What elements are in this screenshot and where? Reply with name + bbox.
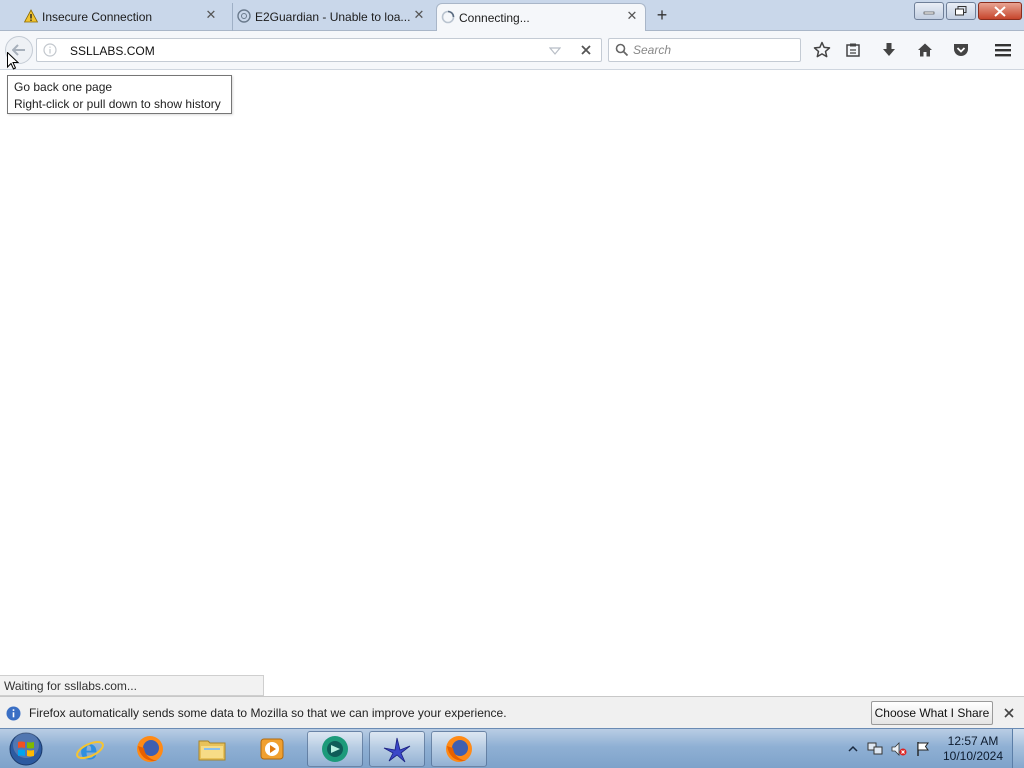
notification-message: Firefox automatically sends some data to… [29, 706, 507, 720]
firefox-running-taskbar-icon[interactable] [431, 731, 487, 767]
stop-loading-icon[interactable] [579, 43, 593, 57]
firefox-taskbar-icon[interactable] [122, 731, 178, 767]
bookmarks-menu-icon[interactable] [842, 39, 864, 61]
close-tab-icon[interactable]: ✕ [625, 10, 639, 24]
close-window-button[interactable] [978, 2, 1022, 20]
chat-app-taskbar-icon[interactable] [307, 731, 363, 767]
window-controls [912, 2, 1022, 20]
close-notification-icon[interactable] [1002, 706, 1016, 720]
info-icon [6, 706, 21, 724]
navigation-toolbar: SSLLABS.COM [0, 31, 1024, 70]
start-button[interactable] [6, 731, 46, 767]
bird-app-taskbar-icon[interactable] [369, 731, 425, 767]
search-input[interactable] [633, 42, 793, 58]
clock-date: 10/10/2024 [942, 749, 1004, 763]
internet-explorer-taskbar-icon[interactable]: e [62, 731, 118, 767]
warning-icon [23, 9, 39, 23]
tab-strip: Insecure Connection ✕ E2Guardian - Unabl… [0, 0, 1024, 32]
history-dropdown-icon[interactable] [548, 45, 562, 59]
tab-insecure-connection[interactable]: Insecure Connection ✕ [20, 3, 224, 31]
svg-text:e: e [80, 734, 98, 764]
hamburger-menu-icon[interactable] [992, 39, 1014, 61]
file-explorer-taskbar-icon[interactable] [184, 731, 240, 767]
tab-connecting[interactable]: Connecting... ✕ [436, 3, 646, 32]
new-tab-button[interactable]: + [652, 5, 672, 25]
network-icon[interactable] [867, 741, 883, 757]
loading-icon [441, 10, 455, 24]
globe-icon [237, 9, 251, 23]
tab-label: E2Guardian - Unable to loa... [255, 10, 411, 24]
tooltip-line-2: Right-click or pull down to show history [14, 97, 221, 111]
close-tab-icon[interactable]: ✕ [412, 9, 426, 23]
minimize-button[interactable] [914, 2, 944, 20]
restore-button[interactable] [946, 2, 976, 20]
data-reporting-notification: Firefox automatically sends some data to… [0, 696, 1024, 728]
show-desktop-button[interactable] [1012, 729, 1024, 768]
mouse-cursor-icon [7, 51, 20, 73]
volume-muted-icon[interactable] [891, 741, 907, 757]
action-center-flag-icon[interactable] [915, 741, 931, 757]
back-button-tooltip: Go back one page Right-click or pull dow… [7, 75, 232, 114]
bookmark-star-icon[interactable] [811, 39, 833, 61]
show-hidden-icons-icon[interactable] [845, 741, 861, 757]
close-tab-icon[interactable]: ✕ [204, 9, 218, 23]
search-icon [615, 43, 629, 60]
choose-what-i-share-button[interactable]: Choose What I Share [871, 701, 993, 725]
url-bar[interactable]: SSLLABS.COM [36, 38, 602, 62]
clock-time: 12:57 AM [947, 734, 999, 748]
site-info-icon[interactable] [43, 43, 57, 57]
tab-label: Connecting... [459, 11, 530, 25]
pocket-icon[interactable] [950, 39, 972, 61]
windows-taskbar: e 12:57 AM 10/10/2024 [0, 728, 1024, 768]
page-content [0, 71, 1024, 675]
tab-label: Insecure Connection [42, 10, 153, 24]
downloads-icon[interactable] [878, 39, 900, 61]
tooltip-line-1: Go back one page [14, 80, 113, 94]
media-player-taskbar-icon[interactable] [244, 731, 300, 767]
search-bar[interactable] [608, 38, 801, 62]
system-clock[interactable]: 12:57 AM 10/10/2024 [940, 734, 1006, 764]
status-panel: Waiting for ssllabs.com... [0, 675, 264, 696]
tab-e2guardian[interactable]: E2Guardian - Unable to loa... ✕ [232, 3, 432, 31]
home-icon[interactable] [914, 39, 936, 61]
url-text[interactable]: SSLLABS.COM [70, 44, 155, 58]
